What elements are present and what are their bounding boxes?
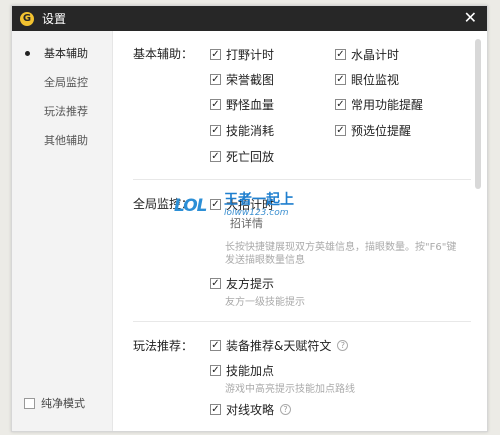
checkbox-crystal-timer[interactable]: ✓ 水晶计时 [335, 46, 399, 63]
pure-mode-checkbox[interactable]: 纯净模式 [24, 395, 85, 411]
checkbox-ally-tips[interactable]: ✓ 友方提示 [210, 275, 274, 292]
option-label: 野怪血量 [226, 98, 275, 112]
sidebar-item-basic[interactable]: 基本辅助 [12, 39, 112, 68]
check-icon: ✓ [210, 198, 221, 210]
option-label: 装备推荐&天赋符文 [226, 339, 332, 353]
option-label: 死亡回放 [226, 150, 275, 164]
help-icon[interactable]: ? [280, 404, 292, 415]
scrollbar-thumb[interactable] [475, 39, 481, 189]
section-divider [133, 321, 471, 322]
option-label: 打野计时 [226, 48, 275, 62]
check-icon: ✓ [210, 73, 221, 85]
check-icon: ✓ [210, 98, 221, 110]
sidebar-item-label: 玩法推荐 [44, 105, 88, 118]
global-section-title: 全局监控： [133, 197, 194, 211]
sidebar-item-global[interactable]: 全局监控 [12, 68, 112, 97]
settings-dialog: G 设置 ✕ 基本辅助 全局监控 玩法推荐 其他辅助 纯净模式 基本辅助： ✓ 打… [11, 5, 488, 432]
option-label: 大招计时 [226, 198, 275, 212]
checkbox-honor-screenshot[interactable]: ✓ 荣誉截图 [210, 71, 274, 88]
pure-mode-label: 纯净模式 [41, 397, 85, 410]
check-icon: ✓ [210, 403, 221, 415]
check-icon: ✓ [210, 150, 221, 162]
settings-content: 基本辅助： ✓ 打野计时 ✓ 水晶计时 ✓ 荣誉截图 ✓ 眼位监视 ✓ 野怪血量 ✓ 常用功… [113, 31, 487, 431]
sidebar-item-label: 全局监控 [44, 76, 88, 89]
checkbox-skill-points[interactable]: ✓ 技能加点 [210, 362, 274, 379]
ultimate-detail-label: 招详情 [230, 217, 263, 230]
checkbox-preselect-reminder[interactable]: ✓ 预选位提醒 [335, 122, 411, 139]
title-bar: G 设置 ✕ [12, 6, 487, 31]
check-icon: ✓ [210, 339, 221, 351]
checkbox-ultimate-timer[interactable]: ✓ 大招计时 [210, 196, 274, 213]
checkbox-jungle-timer[interactable]: ✓ 打野计时 [210, 46, 274, 63]
section-divider [133, 179, 471, 180]
option-label: 友方提示 [226, 277, 275, 291]
active-dot-icon [25, 51, 30, 56]
check-icon: ✓ [335, 73, 346, 85]
close-button[interactable]: ✕ [464, 9, 477, 27]
sidebar-item-other[interactable]: 其他辅助 [12, 126, 112, 155]
dialog-title: 设置 [42, 12, 67, 26]
option-label: 技能消耗 [226, 124, 275, 138]
help-icon[interactable]: ? [337, 340, 349, 351]
global-hint-2: 友方一级技能提示 [225, 297, 305, 308]
option-label: 水晶计时 [351, 48, 400, 62]
checkbox-death-replay[interactable]: ✓ 死亡回放 [210, 148, 274, 165]
checkbox-item-recommend[interactable]: ✓ 装备推荐&天赋符文? [210, 337, 349, 354]
sidebar-item-gameplay[interactable]: 玩法推荐 [12, 97, 112, 126]
app-logo-icon: G [20, 11, 34, 26]
check-icon: ✓ [210, 124, 221, 136]
sidebar-item-label: 基本辅助 [44, 47, 88, 60]
check-icon: ✓ [210, 364, 221, 376]
option-label: 眼位监视 [351, 73, 400, 87]
option-label: 技能加点 [226, 364, 275, 378]
gameplay-section-title: 玩法推荐： [133, 339, 194, 353]
global-hint-1b: 发送描眼数量信息 [225, 255, 305, 266]
check-icon: ✓ [335, 48, 346, 60]
check-icon: ✓ [210, 277, 221, 289]
option-label: 预选位提醒 [351, 124, 412, 138]
gameplay-hint-2: 游戏中高亮提示技能加点路线 [225, 384, 355, 395]
check-icon: ✓ [335, 124, 346, 136]
check-icon: ✓ [210, 48, 221, 60]
option-label: 常用功能提醒 [351, 98, 424, 112]
checkbox-monster-hp[interactable]: ✓ 野怪血量 [210, 96, 274, 113]
check-icon: ✓ [335, 98, 346, 110]
checkbox-ward-monitor[interactable]: ✓ 眼位监视 [335, 71, 399, 88]
option-label: 荣誉截图 [226, 73, 275, 87]
checkbox-icon [24, 397, 35, 409]
settings-sidebar: 基本辅助 全局监控 玩法推荐 其他辅助 纯净模式 [12, 31, 113, 431]
option-label: 对线攻略 [226, 403, 275, 417]
basic-section-title: 基本辅助： [133, 47, 194, 61]
checkbox-lane-guide[interactable]: ✓ 对线攻略? [210, 401, 292, 418]
checkbox-common-reminder[interactable]: ✓ 常用功能提醒 [335, 96, 423, 113]
checkbox-skill-cost[interactable]: ✓ 技能消耗 [210, 122, 274, 139]
sidebar-item-label: 其他辅助 [44, 134, 88, 147]
